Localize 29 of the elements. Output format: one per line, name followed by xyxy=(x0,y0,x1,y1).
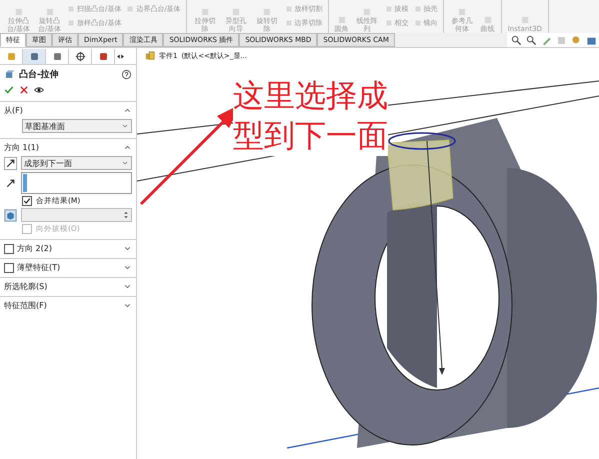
dropdown-caret-icon[interactable] xyxy=(121,159,129,167)
draft-icon[interactable] xyxy=(4,208,17,222)
eye-icon[interactable] xyxy=(34,85,44,95)
section-header[interactable]: 从(F) xyxy=(4,105,120,116)
search-icon[interactable] xyxy=(511,34,522,46)
checkbox[interactable] xyxy=(22,196,32,206)
selection-field[interactable] xyxy=(21,172,132,194)
crosshair-icon[interactable] xyxy=(74,50,86,62)
section-header[interactable]: 特征范围(F) xyxy=(4,300,120,311)
dropdown[interactable]: 成形到下一面 xyxy=(21,156,132,170)
spinner-field[interactable] xyxy=(21,208,132,222)
checkmark-icon[interactable] xyxy=(4,85,14,95)
section-header[interactable]: 方向 1(1) xyxy=(4,142,120,153)
extrude-icon[interactable] xyxy=(4,69,15,80)
section-header[interactable]: 薄壁特征(T) xyxy=(17,262,120,273)
dropdown-caret-icon[interactable] xyxy=(121,122,129,130)
feature-title: 凸台-拉伸 xyxy=(19,68,59,81)
direction-arrow[interactable] xyxy=(426,140,445,375)
close-icon[interactable] xyxy=(19,85,29,95)
checkbox[interactable] xyxy=(4,262,14,272)
zoom-area-icon[interactable] xyxy=(526,34,537,46)
dropdown[interactable]: 草图基准面 xyxy=(22,119,132,133)
help-icon[interactable] xyxy=(121,69,132,80)
reverse-direction-icon[interactable] xyxy=(4,156,17,170)
section-header[interactable]: 所选轮廓(S) xyxy=(4,281,120,292)
spinner-arrows-icon[interactable] xyxy=(121,209,131,221)
checkbox[interactable] xyxy=(4,244,14,254)
section-header[interactable]: 方向 2(2) xyxy=(17,243,120,254)
direction-arrow-icon[interactable] xyxy=(4,176,17,190)
